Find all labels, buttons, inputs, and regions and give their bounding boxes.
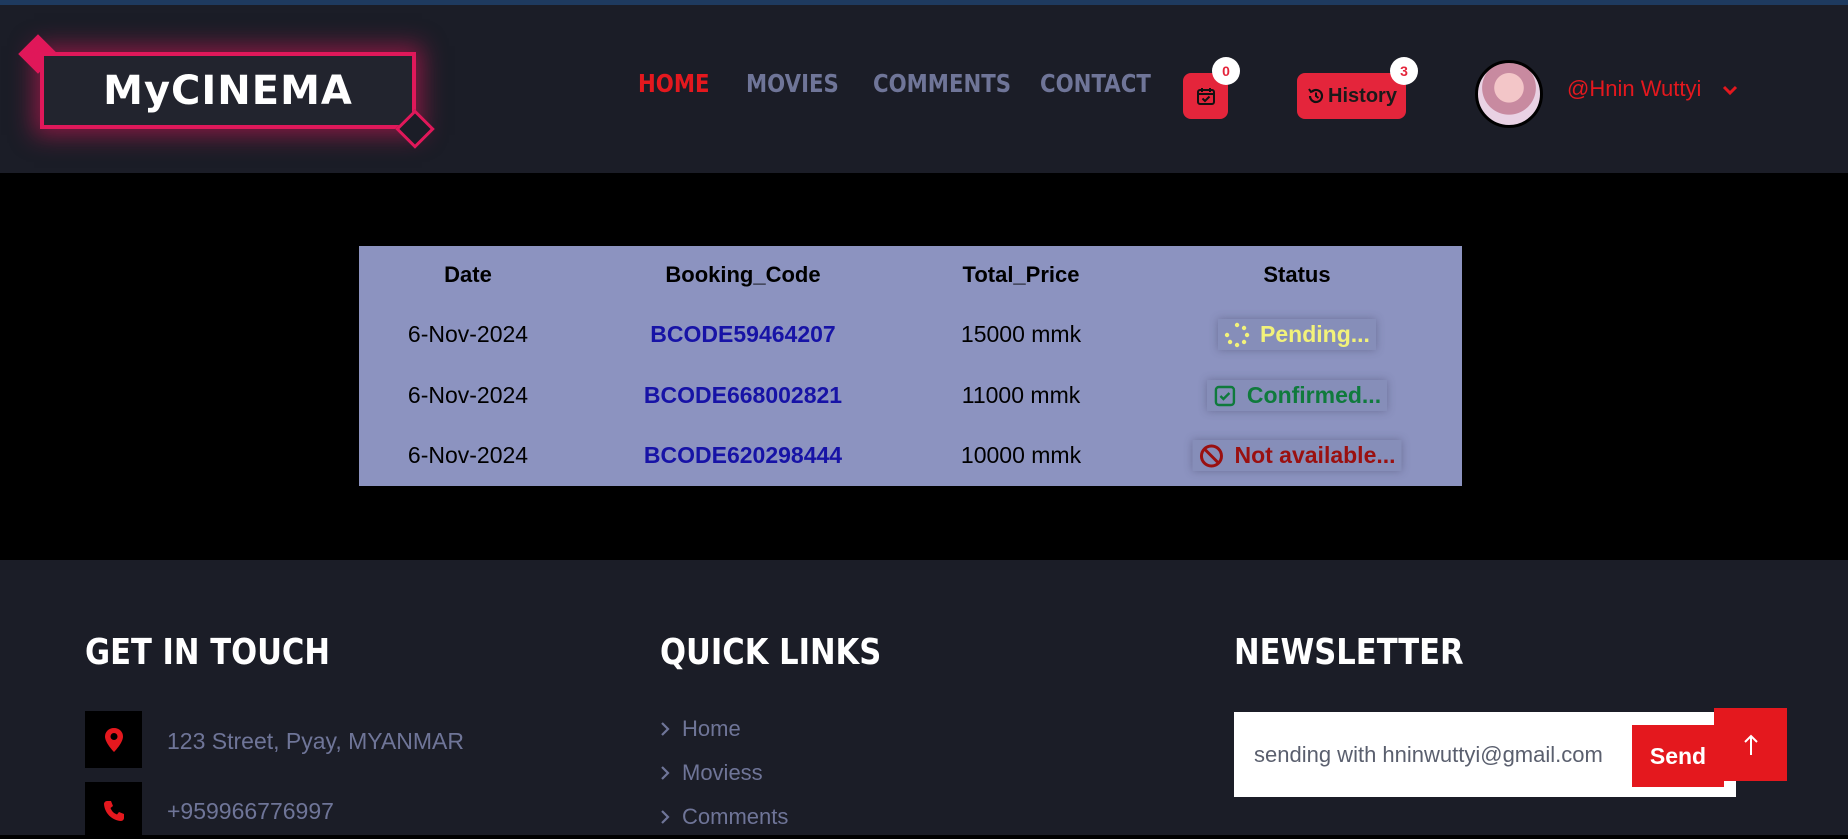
quick-link-home[interactable]: Home xyxy=(660,716,741,742)
status-label: Confirmed... xyxy=(1246,382,1382,408)
chevron-right-icon xyxy=(661,722,670,736)
location-icon-box xyxy=(85,711,142,768)
booking-code-link[interactable]: BCODE668002821 xyxy=(644,382,842,409)
booking-history-section: Date Booking_Code Total_Price Status 6-N… xyxy=(0,173,1848,560)
spinner-icon xyxy=(1224,322,1250,347)
quick-link-label: Moviess xyxy=(682,760,763,785)
nav-comments[interactable]: COMMENTS xyxy=(873,69,1011,98)
chevron-down-icon xyxy=(1722,86,1737,96)
calendar-check-icon xyxy=(1196,88,1215,105)
nav-home[interactable]: HOME xyxy=(638,69,710,98)
cart-count-badge: 0 xyxy=(1212,57,1240,85)
table-cell-date: 6-Nov-2024 xyxy=(407,382,529,408)
nav-movies[interactable]: MOVIES xyxy=(746,69,839,98)
contact-phone: +959966776997 xyxy=(167,798,334,824)
ban-icon xyxy=(1199,444,1223,467)
column-header-status: Status xyxy=(1263,262,1331,287)
newsletter-send-button[interactable]: Send xyxy=(1632,725,1724,787)
quick-link-label: Comments xyxy=(682,804,789,829)
quick-link-movies[interactable]: Moviess xyxy=(660,760,763,786)
back-to-top-button[interactable] xyxy=(1714,708,1787,781)
chevron-right-icon xyxy=(661,766,670,780)
status-label: Pending... xyxy=(1260,321,1370,347)
history-count-badge: 3 xyxy=(1390,57,1418,85)
booking-table: Date Booking_Code Total_Price Status 6-N… xyxy=(359,246,1462,486)
history-icon xyxy=(1308,88,1324,104)
user-menu[interactable]: @Hnin Wuttyi xyxy=(1567,76,1738,102)
chevron-right-icon xyxy=(661,810,670,824)
history-label: History xyxy=(1328,84,1397,107)
site-footer: GET IN TOUCH 123 Street, Pyay, MYANMAR +… xyxy=(0,560,1848,839)
quick-link-comments[interactable]: Comments xyxy=(660,804,788,830)
quick-link-label: Home xyxy=(682,716,741,741)
status-badge-not-available: Not available... xyxy=(1192,440,1402,471)
arrow-up-icon xyxy=(1743,734,1758,755)
history-button[interactable]: History xyxy=(1297,73,1406,119)
phone-icon-box xyxy=(85,782,142,839)
table-cell-price: 15000 mmk xyxy=(960,321,1082,347)
site-header: MyCINEMA HOME MOVIES COMMENTS CONTACT 0 … xyxy=(0,5,1848,173)
quick-links-heading: QUICK LINKS xyxy=(660,632,882,673)
phone-icon xyxy=(103,800,124,821)
column-header-booking-code: Booking_Code xyxy=(665,262,821,287)
check-square-icon xyxy=(1214,385,1236,406)
username-label: @Hnin Wuttyi xyxy=(1567,76,1702,101)
map-marker-icon xyxy=(104,727,123,752)
site-logo[interactable]: MyCINEMA xyxy=(40,52,416,129)
newsletter-email-input[interactable] xyxy=(1254,733,1634,777)
table-cell-price: 11000 mmk xyxy=(961,382,1081,408)
status-badge-pending: Pending... xyxy=(1218,319,1376,350)
table-cell-price: 10000 mmk xyxy=(960,442,1082,468)
contact-address: 123 Street, Pyay, MYANMAR xyxy=(167,728,464,754)
status-label: Not available... xyxy=(1234,442,1396,468)
status-badge-confirmed: Confirmed... xyxy=(1206,380,1388,411)
table-cell-date: 6-Nov-2024 xyxy=(407,321,529,347)
column-header-total-price: Total_Price xyxy=(962,262,1080,287)
get-in-touch-heading: GET IN TOUCH xyxy=(85,632,330,673)
logo-text: MyCINEMA xyxy=(103,67,353,114)
booking-code-link[interactable]: BCODE59464207 xyxy=(650,321,835,348)
nav-contact[interactable]: CONTACT xyxy=(1040,69,1151,98)
newsletter-heading: NEWSLETTER xyxy=(1234,632,1464,673)
booking-code-link[interactable]: BCODE620298444 xyxy=(644,442,842,469)
table-cell-date: 6-Nov-2024 xyxy=(407,442,529,468)
user-avatar[interactable] xyxy=(1475,60,1543,128)
column-header-date: Date xyxy=(444,262,492,287)
